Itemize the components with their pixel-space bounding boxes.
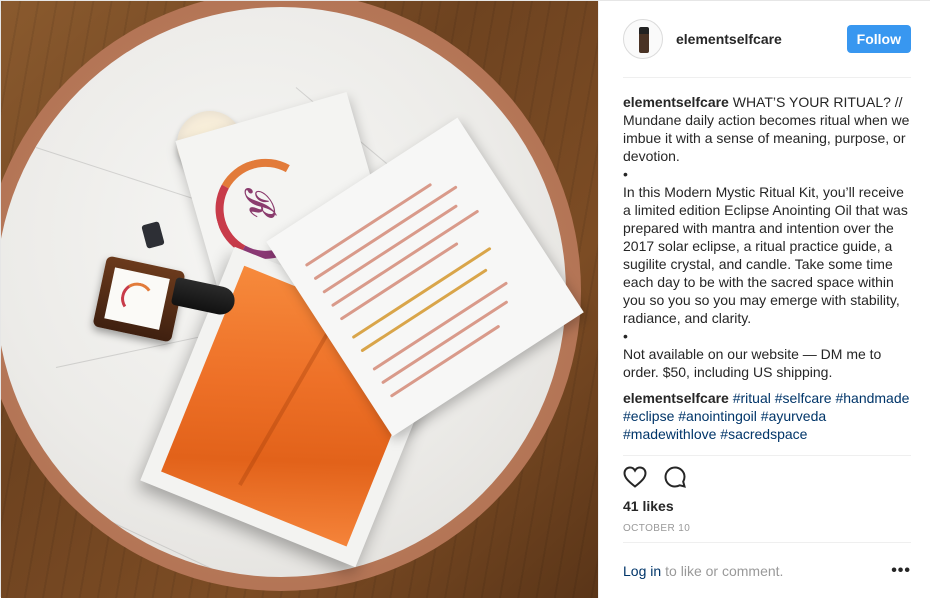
bottle-label: [104, 267, 170, 330]
post-header: elementselfcare Follow: [599, 1, 930, 77]
instagram-post: 𝓡 elementselfcare Follow elementselfcare…: [0, 0, 930, 598]
post-sidebar: elementselfcare Follow elementselfcare W…: [598, 1, 930, 598]
actions-divider: [623, 455, 911, 456]
login-prompt-text: to like or comment.: [665, 563, 784, 579]
caption-username[interactable]: elementselfcare: [623, 94, 729, 110]
comment-icon[interactable]: [661, 463, 689, 491]
hashtag-comment: elementselfcare #ritual #selfcare #handm…: [623, 389, 913, 443]
hashtag-link[interactable]: #handmade: [835, 390, 909, 406]
hashtag-link[interactable]: #sacredspace: [720, 426, 807, 442]
login-link[interactable]: Log in: [623, 563, 661, 579]
login-prompt: Log in to like or comment. •••: [623, 563, 911, 580]
hashtag-comment-username[interactable]: elementselfcare: [623, 390, 729, 406]
comments-list[interactable]: elementselfcare WHAT’S YOUR RITUAL? // M…: [623, 93, 913, 455]
more-options-icon[interactable]: •••: [891, 563, 911, 579]
caption-text: WHAT’S YOUR RITUAL? // Mundane daily act…: [623, 94, 910, 380]
avatar[interactable]: [623, 19, 663, 59]
post-photo[interactable]: 𝓡: [1, 1, 598, 598]
hashtag-link[interactable]: #anointingoil: [678, 408, 757, 424]
hashtag-link[interactable]: #selfcare: [775, 390, 832, 406]
footer-divider: [623, 542, 911, 543]
header-divider: [623, 77, 911, 78]
hashtag-link[interactable]: #madewithlove: [623, 426, 716, 442]
post-date[interactable]: OCTOBER 10: [623, 523, 690, 534]
caption-comment: elementselfcare WHAT’S YOUR RITUAL? // M…: [623, 93, 913, 381]
hashtag-link[interactable]: #ayurveda: [761, 408, 826, 424]
follow-button[interactable]: Follow: [846, 25, 911, 53]
post-actions: [621, 463, 689, 491]
hashtag-link[interactable]: #ritual: [733, 390, 771, 406]
likes-count[interactable]: 41 likes: [623, 498, 674, 514]
heart-icon[interactable]: [621, 463, 649, 491]
hashtag-link[interactable]: #eclipse: [623, 408, 674, 424]
header-username[interactable]: elementselfcare: [676, 31, 847, 47]
avatar-bottle-image: [639, 27, 649, 53]
